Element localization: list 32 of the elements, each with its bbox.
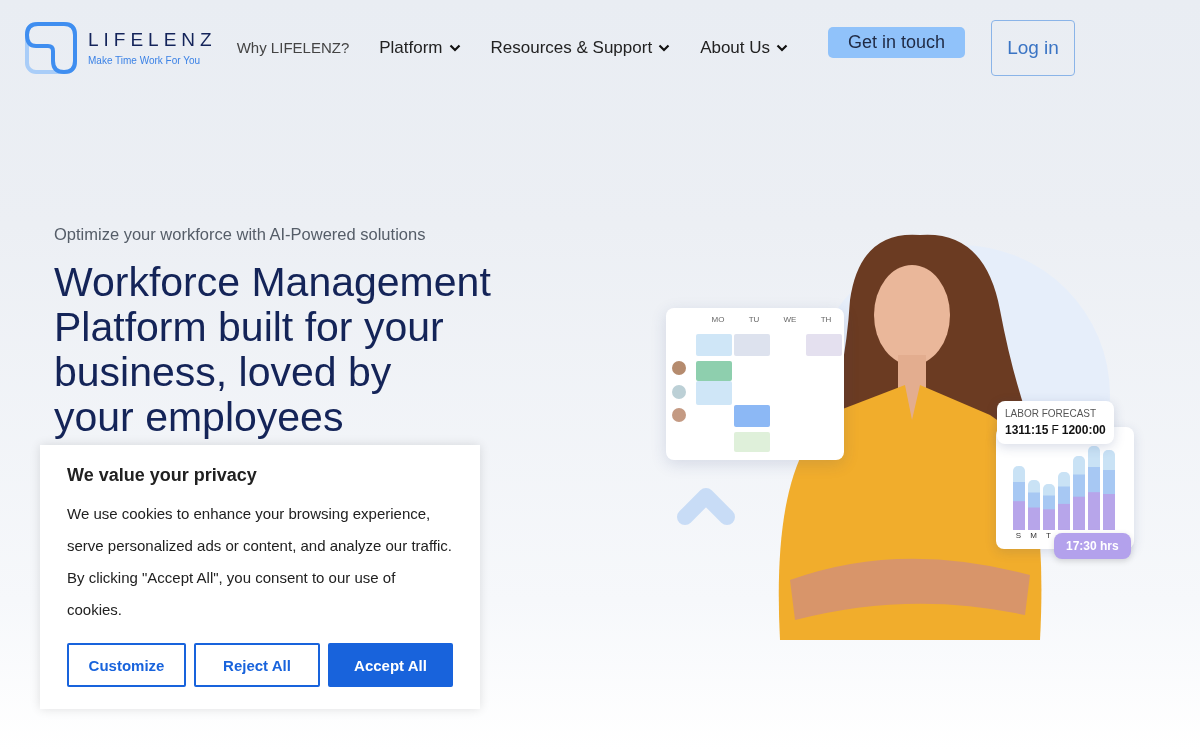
forecast-hours: 1200:00 xyxy=(1061,423,1106,437)
chevron-down-icon xyxy=(448,43,461,52)
cookie-button[interactable]: Customize xyxy=(67,643,186,687)
actual-hours: 1311:15 xyxy=(1005,423,1049,437)
brand-tagline: Make Time Work For You xyxy=(88,55,202,66)
contact-button[interactable]: Get in touch xyxy=(828,27,966,58)
day-label: TH xyxy=(819,315,833,324)
hours-badge: 17:30 hrs xyxy=(1054,533,1131,559)
day-label: T xyxy=(1045,531,1052,540)
day-label: WE xyxy=(782,315,798,324)
day-label: TU xyxy=(747,315,761,324)
nav-link[interactable]: About Us xyxy=(700,37,789,58)
logo-icon xyxy=(24,20,78,75)
day-label: M xyxy=(1029,531,1038,540)
hero-subtitle: Optimize your workforce with AI-Powered solutions xyxy=(54,225,426,244)
chevron-up-icon xyxy=(675,485,737,527)
cookie-text: We use cookies to enhance your browsing experience, serve personalized ads or content, and analyze our traffic. By clicking "Accept All", you consent to our use of cookies. xyxy=(67,504,453,620)
forecast-label: F xyxy=(1051,423,1059,437)
nav-link[interactable]: Resources & Support xyxy=(490,37,671,58)
chevron-down-icon xyxy=(658,43,671,52)
brand-name: LIFELENZ xyxy=(88,29,217,51)
cookie-button[interactable]: Accept All xyxy=(328,643,453,687)
cookie-button[interactable]: Reject All xyxy=(194,643,320,687)
nav-link[interactable]: Platform xyxy=(379,37,461,58)
login-button[interactable]: Log in xyxy=(991,19,1075,76)
nav-link[interactable]: Why LIFELENZ? xyxy=(236,39,350,56)
hero-headline: Workforce Management Platform built for your business, loved by your employees xyxy=(54,260,491,440)
forecast-title: LABOR FORECAST xyxy=(1005,408,1098,419)
day-label: S xyxy=(1014,531,1023,540)
day-label: MO xyxy=(710,315,726,324)
chevron-down-icon xyxy=(776,43,789,52)
cookie-title: We value your privacy xyxy=(67,465,258,486)
